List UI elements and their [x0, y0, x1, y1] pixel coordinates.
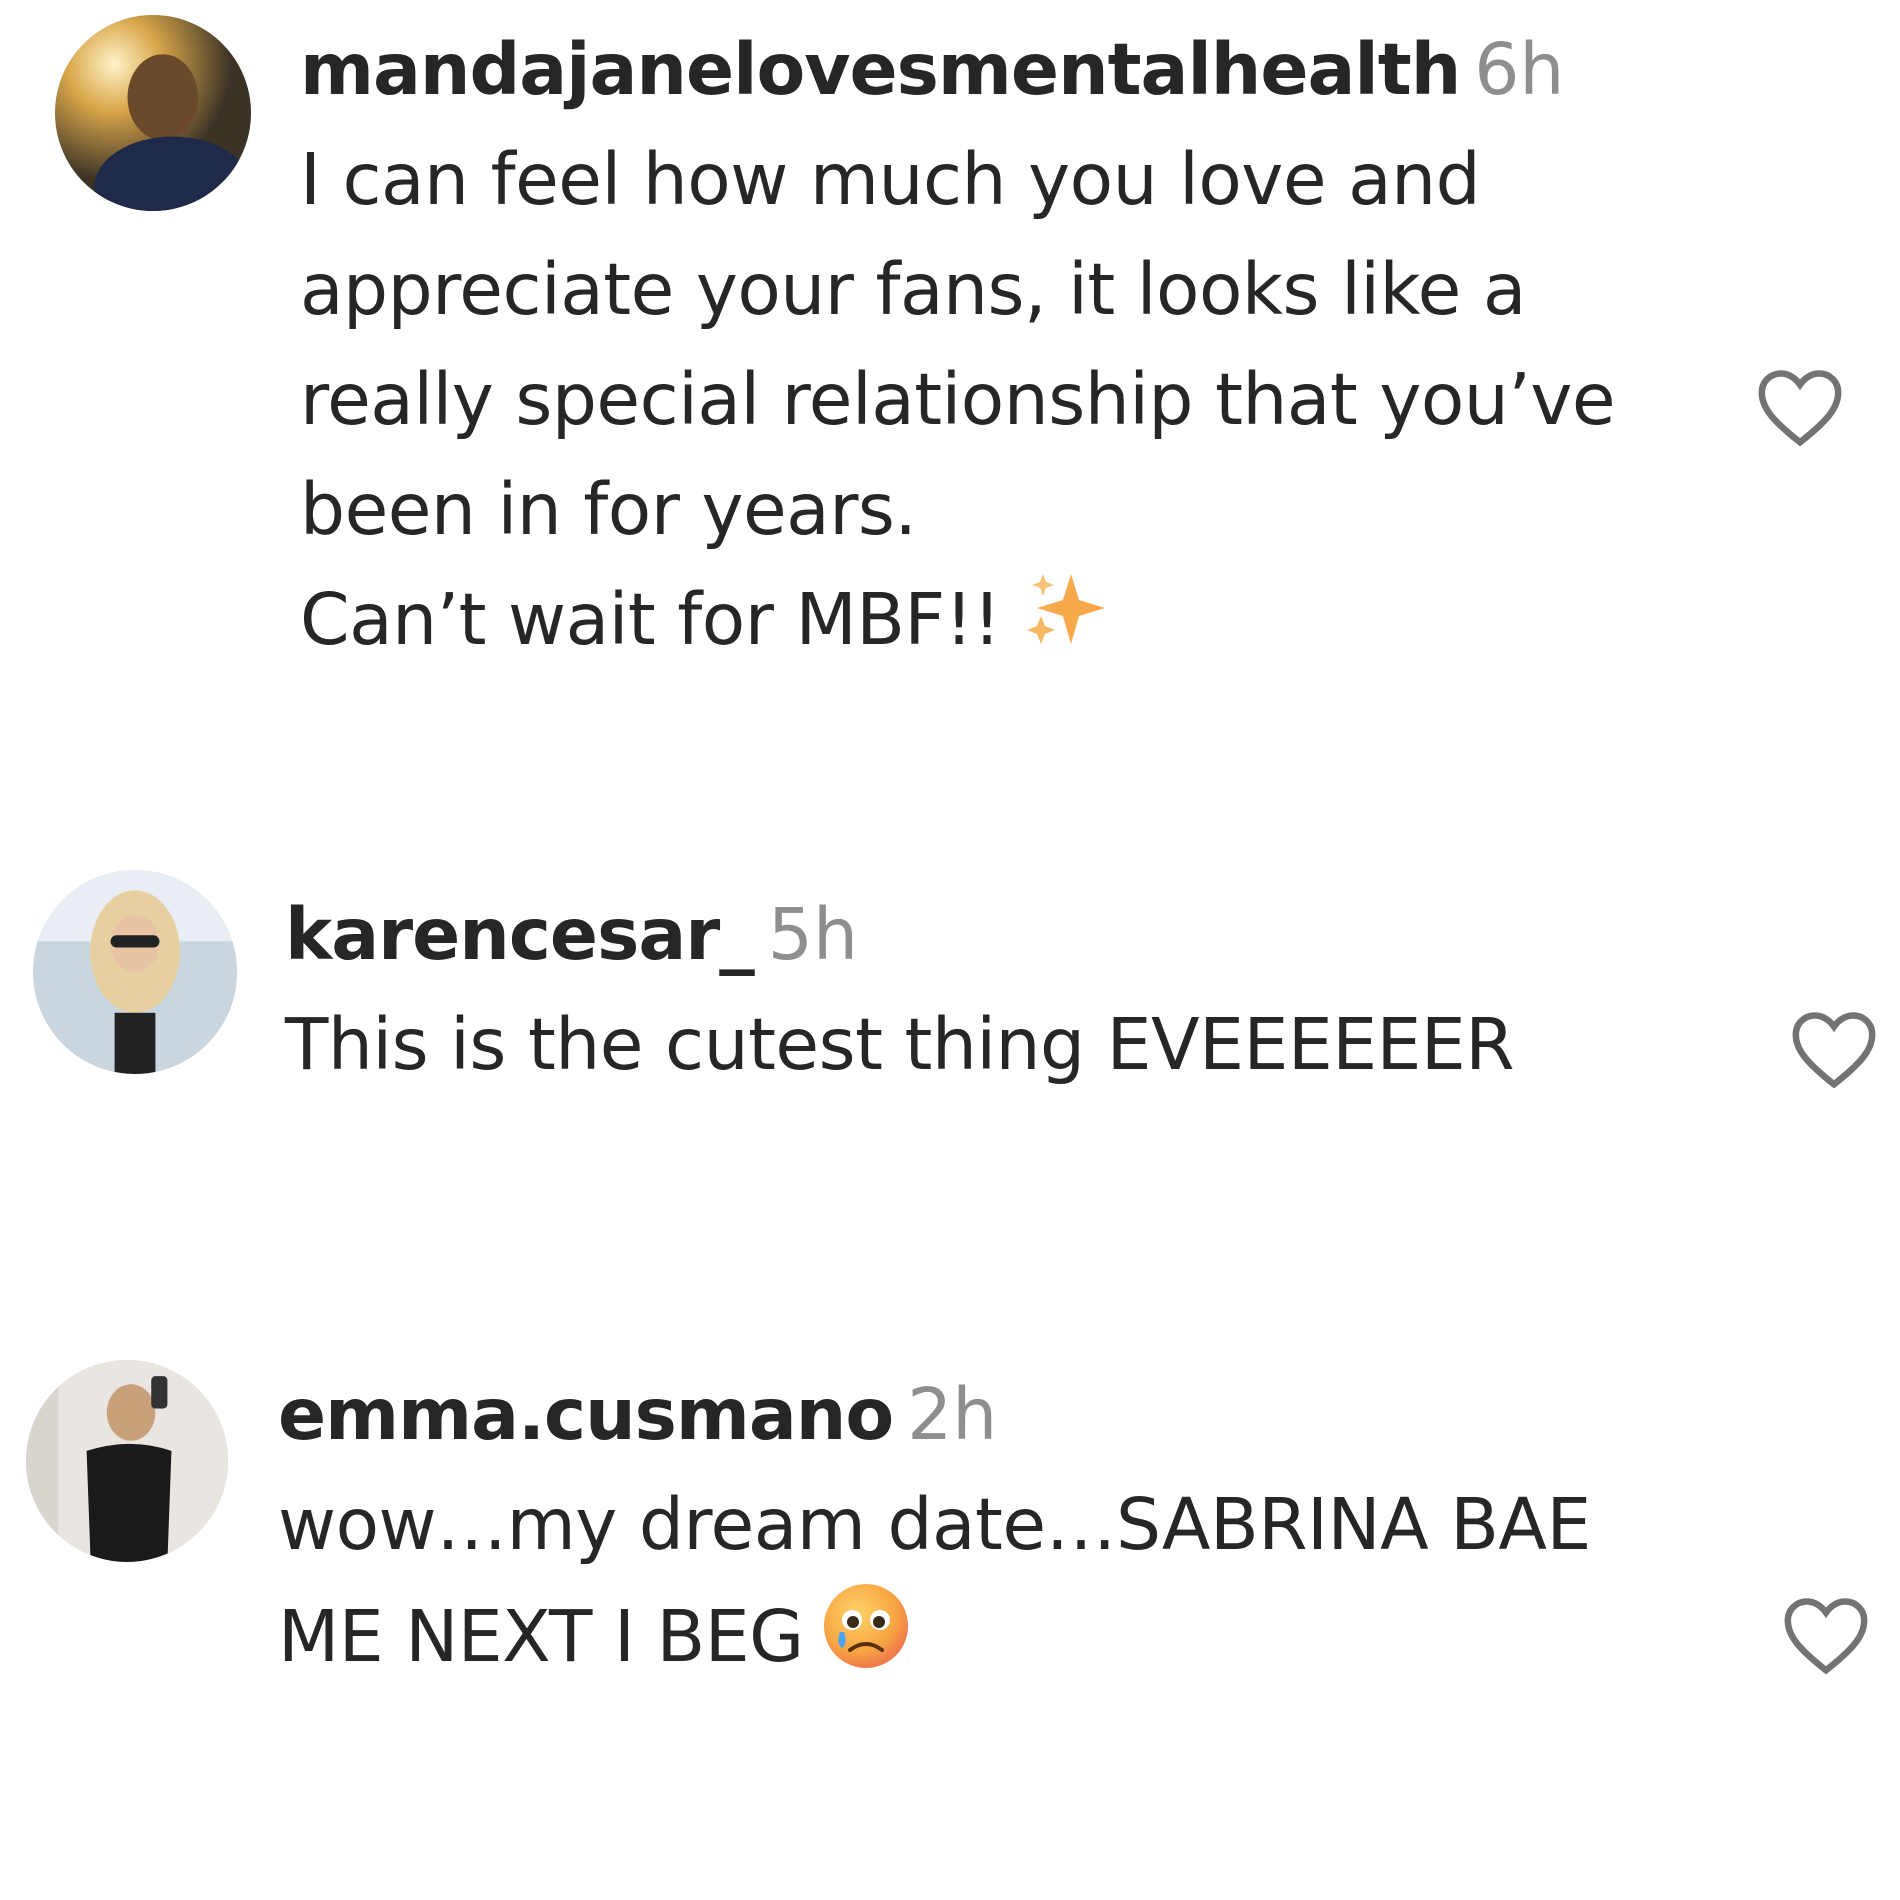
sparkles-emoji-icon [1019, 566, 1109, 683]
comment-text-line: really special relationship that you’ve [300, 358, 1616, 441]
username[interactable]: emma.cusmano [278, 1373, 894, 1456]
like-heart-icon[interactable] [1786, 1006, 1882, 1090]
like-heart-icon[interactable] [1752, 364, 1848, 448]
comment-text-line: This is the cutest thing EVEEEEEER [285, 1003, 1515, 1086]
username[interactable]: karencesar_ [285, 893, 755, 976]
avatar[interactable] [55, 15, 251, 211]
comment-text-line: been in for years. [300, 468, 917, 551]
comment-text-line: appreciate your fans, it looks like a [300, 248, 1526, 331]
comment-timestamp[interactable]: 6h [1474, 28, 1564, 111]
username[interactable]: mandajanelovesmentalhealth [300, 28, 1461, 111]
comment-text-line: ME NEXT I BEG [278, 1595, 804, 1679]
comment-text-line: Can’t wait for MBF!! [300, 578, 1001, 661]
crying-face-emoji-icon [820, 1580, 912, 1703]
comment-timestamp[interactable]: 5h [768, 893, 858, 976]
avatar[interactable] [26, 1360, 228, 1562]
avatar[interactable] [33, 870, 237, 1074]
comment-item: mandajanelovesmentalhealth 6h I can feel … [0, 0, 1900, 661]
comment-text-line: I can feel how much you love and [300, 138, 1481, 221]
comment-text-line: wow…my dream date…SABRINA BAE [278, 1483, 1591, 1566]
comment-item: karencesar_ 5h This is the cutest thing E… [0, 860, 1900, 1100]
comment-timestamp[interactable]: 2h [907, 1373, 997, 1456]
comment-item: emma.cusmano 2h wow…my dream date…SABRINA… [0, 1360, 1900, 1740]
like-heart-icon[interactable] [1778, 1592, 1874, 1676]
